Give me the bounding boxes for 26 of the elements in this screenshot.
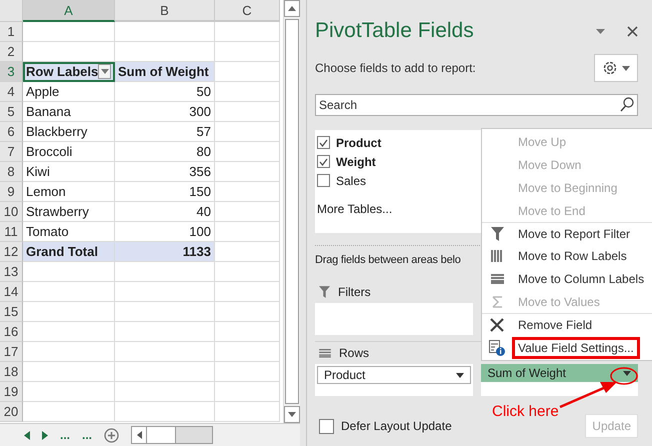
table-cell: Blackberry — [23, 122, 115, 142]
table-cell: Banana — [23, 102, 115, 122]
table-cell: Apple — [23, 82, 115, 102]
table-cell: Grand Total — [23, 242, 115, 262]
table-cell: 1133 — [115, 242, 215, 262]
table-cell: 57 — [115, 122, 215, 142]
table-cell: 40 — [115, 202, 215, 222]
instruction-text: Choose fields to add to report: — [315, 61, 476, 75]
table-cell: 100 — [115, 222, 215, 242]
table-cell: Lemon — [23, 182, 115, 202]
table-cell: 356 — [115, 162, 215, 182]
area-label: Rows — [339, 346, 370, 360]
table-cell: Sum of Weight — [115, 62, 215, 82]
row-labels-heading: Row Labels — [26, 64, 98, 79]
panel-title: PivotTable Fields — [315, 19, 475, 43]
table-cell: 50 — [115, 82, 215, 102]
table-cell: Kiwi — [23, 162, 115, 182]
table-cell: Broccoli — [23, 142, 115, 162]
table-cell: Tomato — [23, 222, 115, 242]
area-label: Filters — [338, 285, 371, 299]
table-cell: 150 — [115, 182, 215, 202]
drag-hint-text: Drag fields between areas belo — [315, 254, 461, 266]
table-cell: 300 — [115, 102, 215, 122]
callout-text: Click here — [492, 403, 559, 420]
table-cell: 80 — [115, 142, 215, 162]
table-cell: Strawberry — [23, 202, 115, 222]
